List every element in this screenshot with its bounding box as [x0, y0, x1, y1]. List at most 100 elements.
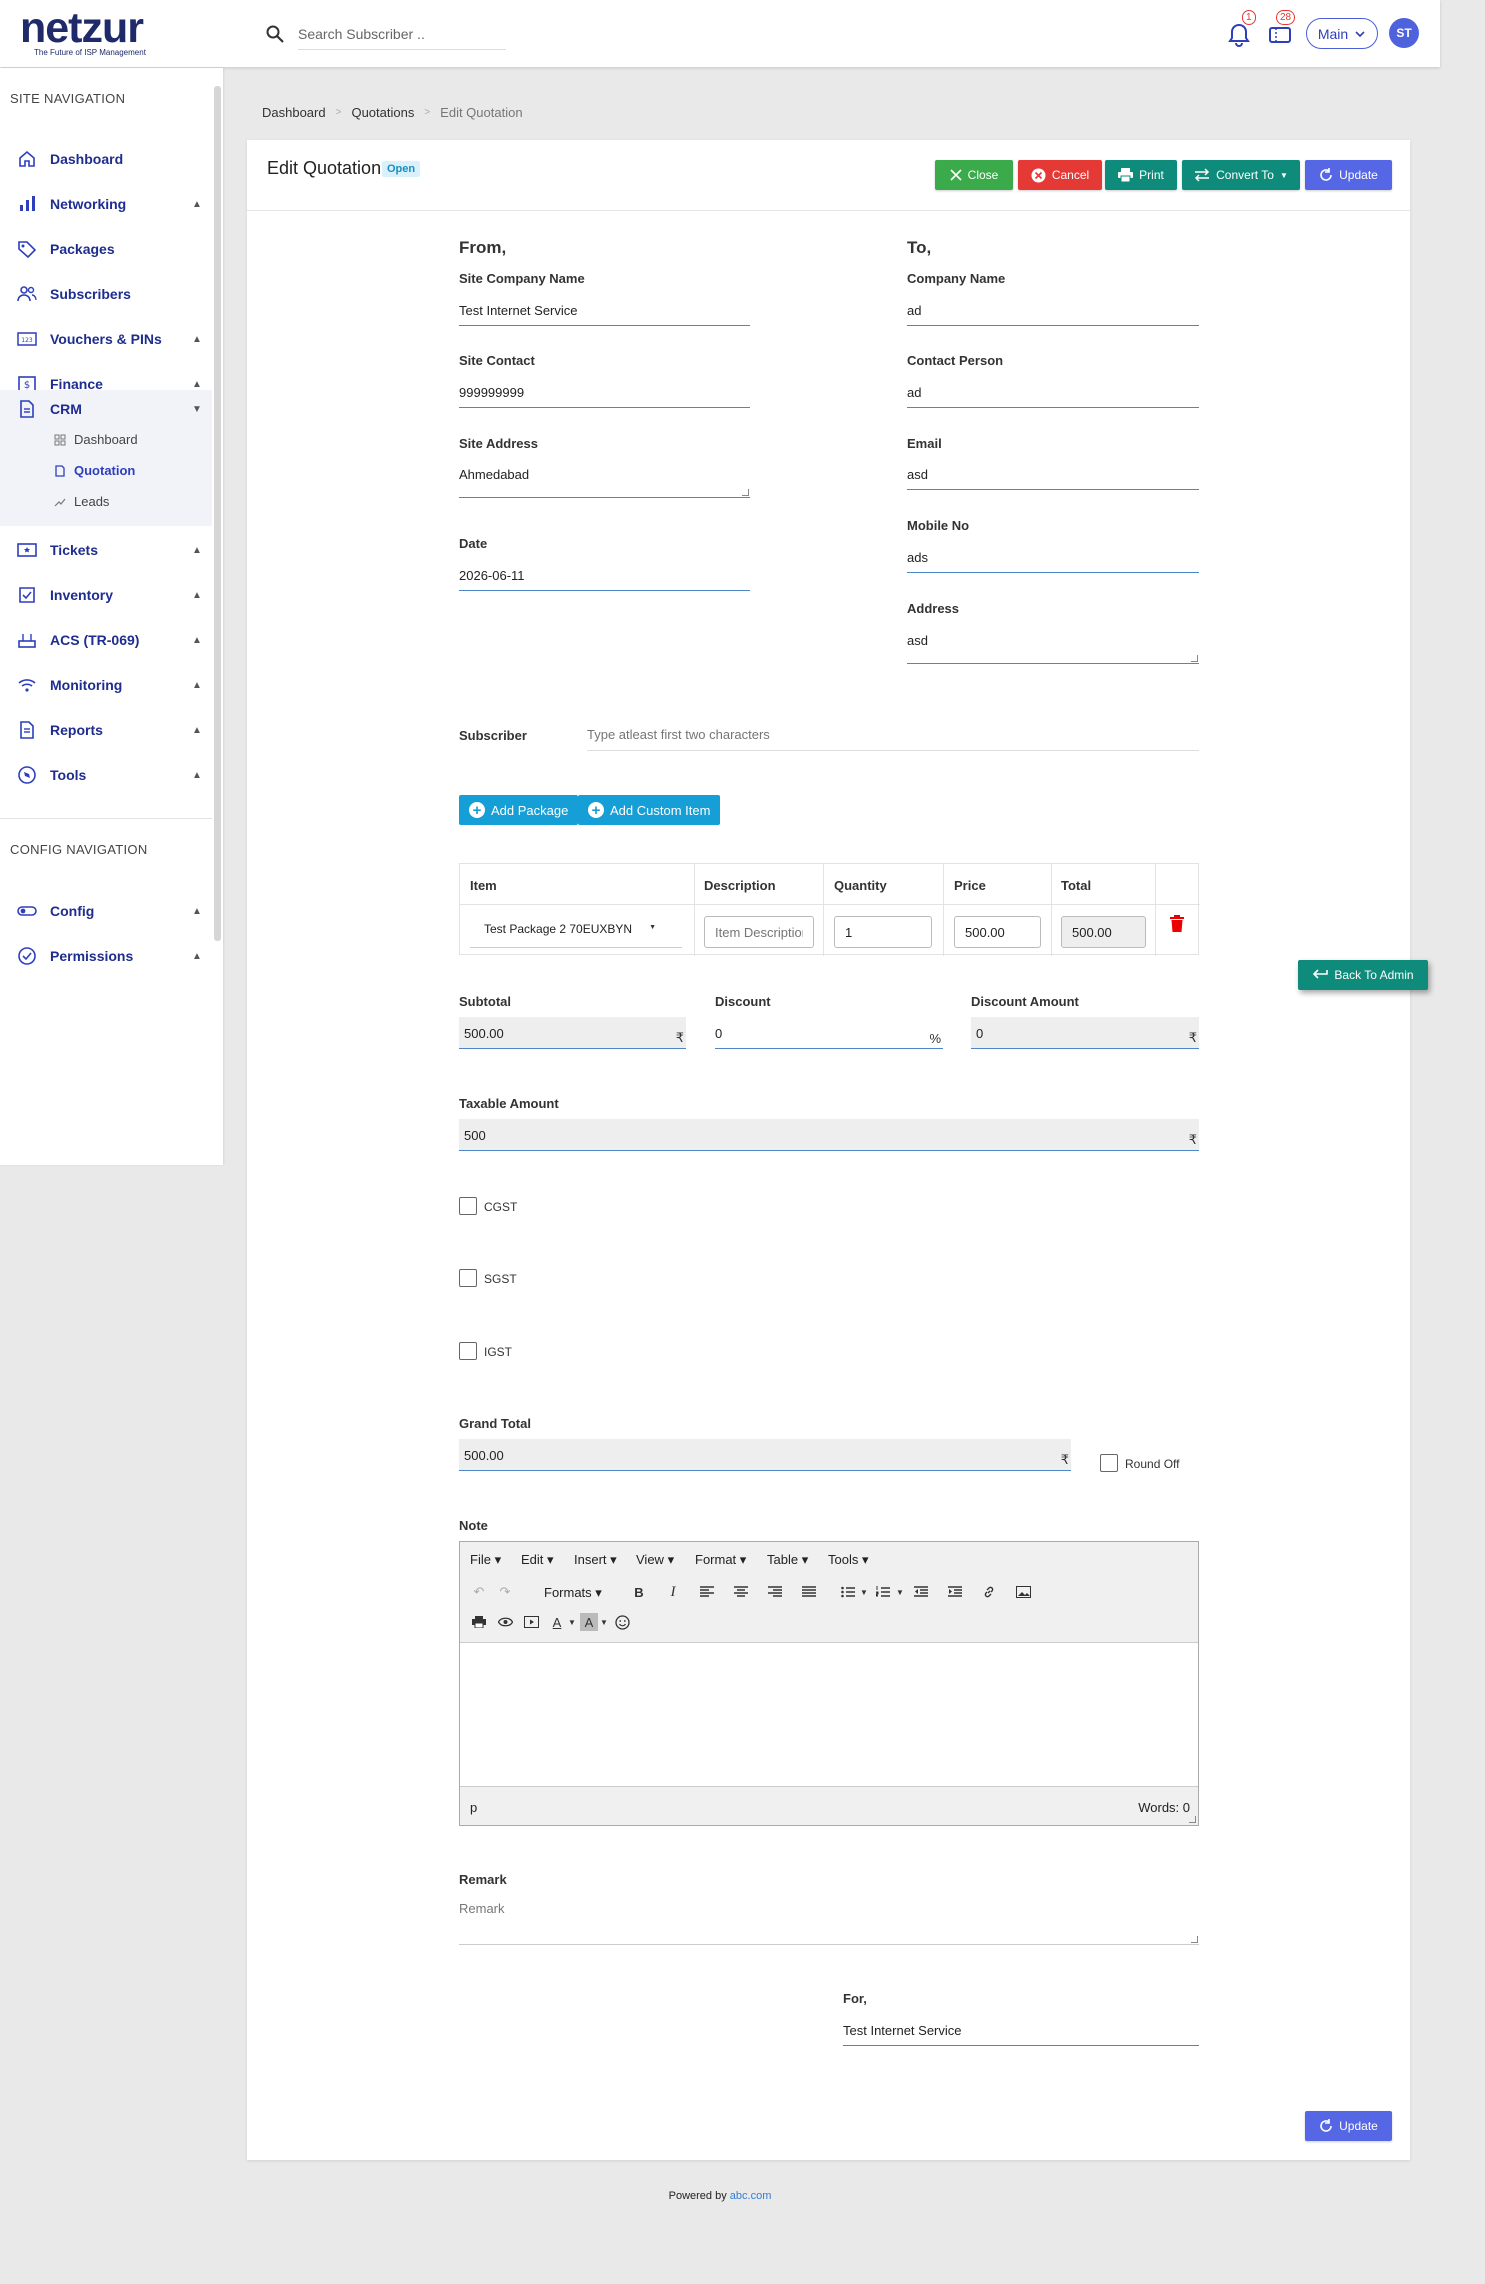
preview-icon[interactable] — [496, 1613, 514, 1631]
link-icon[interactable] — [980, 1583, 998, 1601]
contact-person-input[interactable]: ad — [907, 376, 1199, 408]
cancel-button[interactable]: Cancel — [1018, 160, 1102, 190]
notifications-button[interactable]: 1 — [1226, 10, 1256, 48]
discount-input[interactable]: 0 % — [715, 1017, 943, 1049]
breadcrumb-dashboard[interactable]: Dashboard — [262, 105, 326, 120]
table-header-description: Description — [704, 878, 776, 893]
logo[interactable]: netzur — [20, 4, 144, 53]
date-label: Date — [459, 536, 488, 551]
image-icon[interactable] — [1014, 1583, 1032, 1601]
crm-sub-quotation[interactable]: Quotation — [54, 463, 135, 478]
item-select[interactable]: Test Package 2 70EUXBYN ▼ — [470, 912, 682, 948]
sidebar-item-packages[interactable]: Packages — [0, 230, 212, 268]
sidebar-item-dashboard[interactable]: Dashboard — [0, 140, 212, 178]
menu-label: File — [470, 1552, 491, 1567]
convert-to-button[interactable]: Convert To ▼ — [1182, 160, 1300, 190]
menu-tools[interactable]: Tools ▾ — [828, 1552, 869, 1568]
resize-handle-icon[interactable] — [742, 489, 749, 496]
caret-down-icon[interactable]: ▼ — [855, 1583, 873, 1601]
sidebar-item-tools[interactable]: Tools ▲ — [0, 756, 212, 794]
emoticon-icon[interactable] — [613, 1613, 631, 1631]
company-name-input[interactable]: ad — [907, 294, 1199, 326]
note-editor-body[interactable] — [460, 1642, 1198, 1787]
sidebar-scrollbar[interactable] — [214, 86, 221, 941]
address-textarea[interactable]: asd — [907, 624, 1199, 664]
resize-handle-icon[interactable] — [1189, 1816, 1196, 1823]
search-input[interactable] — [298, 19, 506, 50]
close-button[interactable]: Close — [935, 160, 1013, 190]
redo-icon[interactable]: ↷ — [496, 1583, 514, 1601]
sidebar-item-subscribers[interactable]: Subscribers — [0, 275, 212, 313]
branch-dropdown[interactable]: Main — [1306, 18, 1378, 49]
add-custom-item-label: Add Custom Item — [610, 802, 711, 818]
tickets-button[interactable]: 28 — [1268, 10, 1298, 48]
sidebar-item-reports[interactable]: Reports ▲ — [0, 711, 212, 749]
update-button-bottom[interactable]: Update — [1305, 2111, 1392, 2141]
date-input[interactable]: 2026-06-11 — [459, 559, 750, 591]
sidebar-item-monitoring[interactable]: Monitoring ▲ — [0, 666, 212, 704]
mobile-no-input[interactable]: ads — [907, 541, 1199, 573]
formats-dropdown[interactable]: Formats ▾ — [544, 1585, 602, 1601]
crm-sub-dashboard[interactable]: Dashboard — [54, 432, 138, 447]
sidebar-item-permissions[interactable]: Permissions ▲ — [0, 937, 212, 975]
avatar[interactable]: ST — [1389, 18, 1419, 48]
cgst-checkbox[interactable] — [459, 1197, 477, 1215]
caret-down-icon[interactable]: ▼ — [563, 1613, 581, 1631]
resize-handle-icon[interactable] — [1191, 655, 1198, 662]
delete-row-button[interactable] — [1170, 915, 1184, 932]
align-center-icon[interactable] — [732, 1583, 750, 1601]
quantity-input[interactable]: 1 — [834, 916, 932, 948]
numbered-list-icon[interactable] — [874, 1583, 892, 1601]
footer-link[interactable]: abc.com — [730, 2190, 772, 2202]
print-icon[interactable] — [470, 1613, 488, 1631]
align-left-icon[interactable] — [698, 1583, 716, 1601]
sidebar-item-tickets[interactable]: Tickets ▲ — [0, 531, 212, 569]
site-company-name-input[interactable]: Test Internet Service — [459, 294, 750, 326]
top-header — [0, 0, 1440, 67]
outdent-icon[interactable] — [912, 1583, 930, 1601]
menu-insert[interactable]: Insert ▾ — [574, 1552, 617, 1568]
update-button[interactable]: Update — [1305, 160, 1392, 190]
sgst-checkbox[interactable] — [459, 1269, 477, 1287]
caret-down-icon[interactable]: ▼ — [595, 1613, 613, 1631]
site-contact-input[interactable]: 999999999 — [459, 376, 750, 408]
media-icon[interactable] — [522, 1613, 540, 1631]
print-button[interactable]: Print — [1105, 160, 1177, 190]
bold-icon[interactable]: B — [630, 1583, 648, 1601]
for-label: For, — [843, 1991, 867, 2006]
sidebar-item-acs[interactable]: ACS (TR-069) ▲ — [0, 621, 212, 659]
menu-view[interactable]: View ▾ — [636, 1552, 674, 1568]
price-input[interactable]: 500.00 — [954, 916, 1041, 948]
card-divider — [247, 210, 1410, 211]
sidebar-item-networking[interactable]: Networking ▲ — [0, 185, 212, 223]
add-custom-item-button[interactable]: + Add Custom Item — [578, 795, 721, 825]
menu-file[interactable]: File ▾ — [470, 1552, 501, 1568]
indent-icon[interactable] — [946, 1583, 964, 1601]
sidebar-item-config[interactable]: Config ▲ — [0, 892, 212, 930]
crm-sub-leads[interactable]: Leads — [54, 494, 109, 509]
item-description-input[interactable] — [704, 916, 814, 948]
note-label: Note — [459, 1518, 488, 1533]
menu-table[interactable]: Table ▾ — [767, 1552, 808, 1568]
menu-edit[interactable]: Edit ▾ — [521, 1552, 554, 1568]
email-input[interactable]: asd — [907, 458, 1199, 490]
site-address-textarea[interactable]: Ahmedabad — [459, 458, 750, 498]
resize-handle-icon[interactable] — [1191, 1936, 1198, 1943]
round-off-checkbox[interactable] — [1100, 1454, 1118, 1472]
undo-icon[interactable]: ↶ — [470, 1583, 488, 1601]
italic-icon[interactable]: I — [664, 1583, 682, 1601]
igst-checkbox[interactable] — [459, 1342, 477, 1360]
subscriber-search-input[interactable] — [587, 718, 1199, 751]
remark-textarea[interactable]: Remark — [459, 1892, 1199, 1945]
align-justify-icon[interactable] — [800, 1583, 818, 1601]
for-company-input[interactable]: Test Internet Service — [843, 2014, 1199, 2046]
sidebar-item-inventory[interactable]: Inventory ▲ — [0, 576, 212, 614]
align-right-icon[interactable] — [766, 1583, 784, 1601]
sidebar-item-vouchers[interactable]: 123 Vouchers & PINs ▲ — [0, 320, 212, 358]
caret-down-icon[interactable]: ▼ — [891, 1583, 909, 1601]
sidebar-item-crm[interactable]: CRM ▼ — [0, 390, 212, 428]
menu-format[interactable]: Format ▾ — [695, 1552, 746, 1568]
add-package-button[interactable]: + Add Package — [459, 795, 579, 825]
breadcrumb-quotations[interactable]: Quotations — [351, 105, 414, 120]
back-to-admin-button[interactable]: Back To Admin — [1298, 960, 1428, 990]
